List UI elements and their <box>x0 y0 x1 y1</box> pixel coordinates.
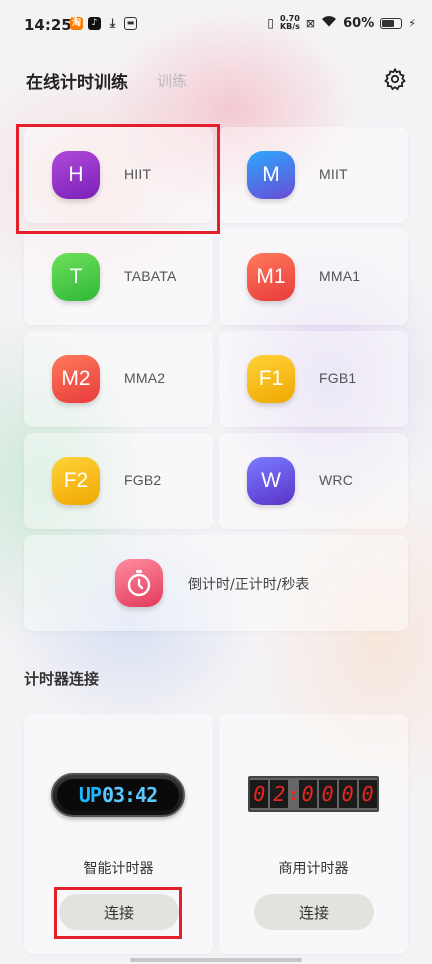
mode-tile-tabata[interactable]: T TABATA <box>24 229 213 325</box>
stopwatch-icon <box>115 559 163 607</box>
mode-label: HIIT <box>124 166 152 182</box>
device-card-smart: UP 03:42 智能计时器 连接 <box>24 714 213 954</box>
download-icon: ⤓ <box>109 16 116 30</box>
timer-tile[interactable]: 倒计时/正计时/秒表 <box>24 535 408 631</box>
mode-label: MMA1 <box>319 268 361 284</box>
mode-badge-icon: M1 <box>247 253 295 301</box>
tiktok-icon: ♪ <box>88 17 101 30</box>
mode-badge-icon: F1 <box>247 355 295 403</box>
charging-icon: ⚡ <box>408 16 416 30</box>
mode-tile-hiit[interactable]: H HIIT <box>24 127 213 223</box>
settings-gear-icon[interactable] <box>383 67 407 91</box>
mode-badge-icon: T <box>52 253 100 301</box>
mode-badge-icon: F2 <box>52 457 100 505</box>
connect-button-smart[interactable]: 连接 <box>59 894 179 930</box>
smart-timer-image: UP 03:42 <box>51 773 185 817</box>
mode-tile-fgb1[interactable]: F1 FGB1 <box>219 331 408 427</box>
mode-label: MIIT <box>319 166 348 182</box>
status-bar: 14:25 淘 ♪ ⤓ ▬ ▯ 0.70 KB/s ⊠ 60% ⚡ <box>0 0 432 50</box>
device-name: 商用计时器 <box>278 861 349 877</box>
mode-badge-icon: M2 <box>52 355 100 403</box>
mode-label: FGB1 <box>319 370 357 386</box>
page-title[interactable]: 在线计时训练 <box>26 68 128 93</box>
mode-label: WRC <box>319 472 354 488</box>
mode-badge-icon: M <box>247 151 295 199</box>
wifi-icon <box>321 15 337 31</box>
vibrate-icon: ▯ <box>267 16 274 30</box>
mode-badge-icon: W <box>247 457 295 505</box>
mode-label: FGB2 <box>124 472 162 488</box>
tab-training[interactable]: 训练 <box>157 70 187 91</box>
status-time: 14:25 <box>24 16 72 34</box>
device-name: 智能计时器 <box>83 861 154 877</box>
mode-badge-icon: H <box>52 151 100 199</box>
mode-label: TABATA <box>124 268 177 284</box>
mode-tile-wrc[interactable]: W WRC <box>219 433 408 529</box>
home-indicator[interactable] <box>130 958 302 962</box>
mode-tile-fgb2[interactable]: F2 FGB2 <box>24 433 213 529</box>
sim-icon: ⊠ <box>305 16 316 30</box>
section-title: 计时器连接 <box>24 670 100 688</box>
taobao-icon: 淘 <box>70 17 83 30</box>
commercial-timer-image: 0 2 : 0 0 0 0 <box>248 776 379 812</box>
mode-tile-mma1[interactable]: M1 MMA1 <box>219 229 408 325</box>
battery-percent: 60% <box>343 15 375 31</box>
device-card-commercial: 0 2 : 0 0 0 0 商用计时器 连接 <box>219 714 408 954</box>
timer-tile-label: 倒计时/正计时/秒表 <box>188 577 310 593</box>
net-speed: 0.70 KB/s <box>279 14 300 31</box>
app-icon: ▬ <box>124 17 137 30</box>
mode-label: MMA2 <box>124 370 166 386</box>
mode-tile-miit[interactable]: M MIIT <box>219 127 408 223</box>
connect-button-commercial[interactable]: 连接 <box>254 894 374 930</box>
battery-icon <box>380 17 403 29</box>
mode-tile-mma2[interactable]: M2 MMA2 <box>24 331 213 427</box>
